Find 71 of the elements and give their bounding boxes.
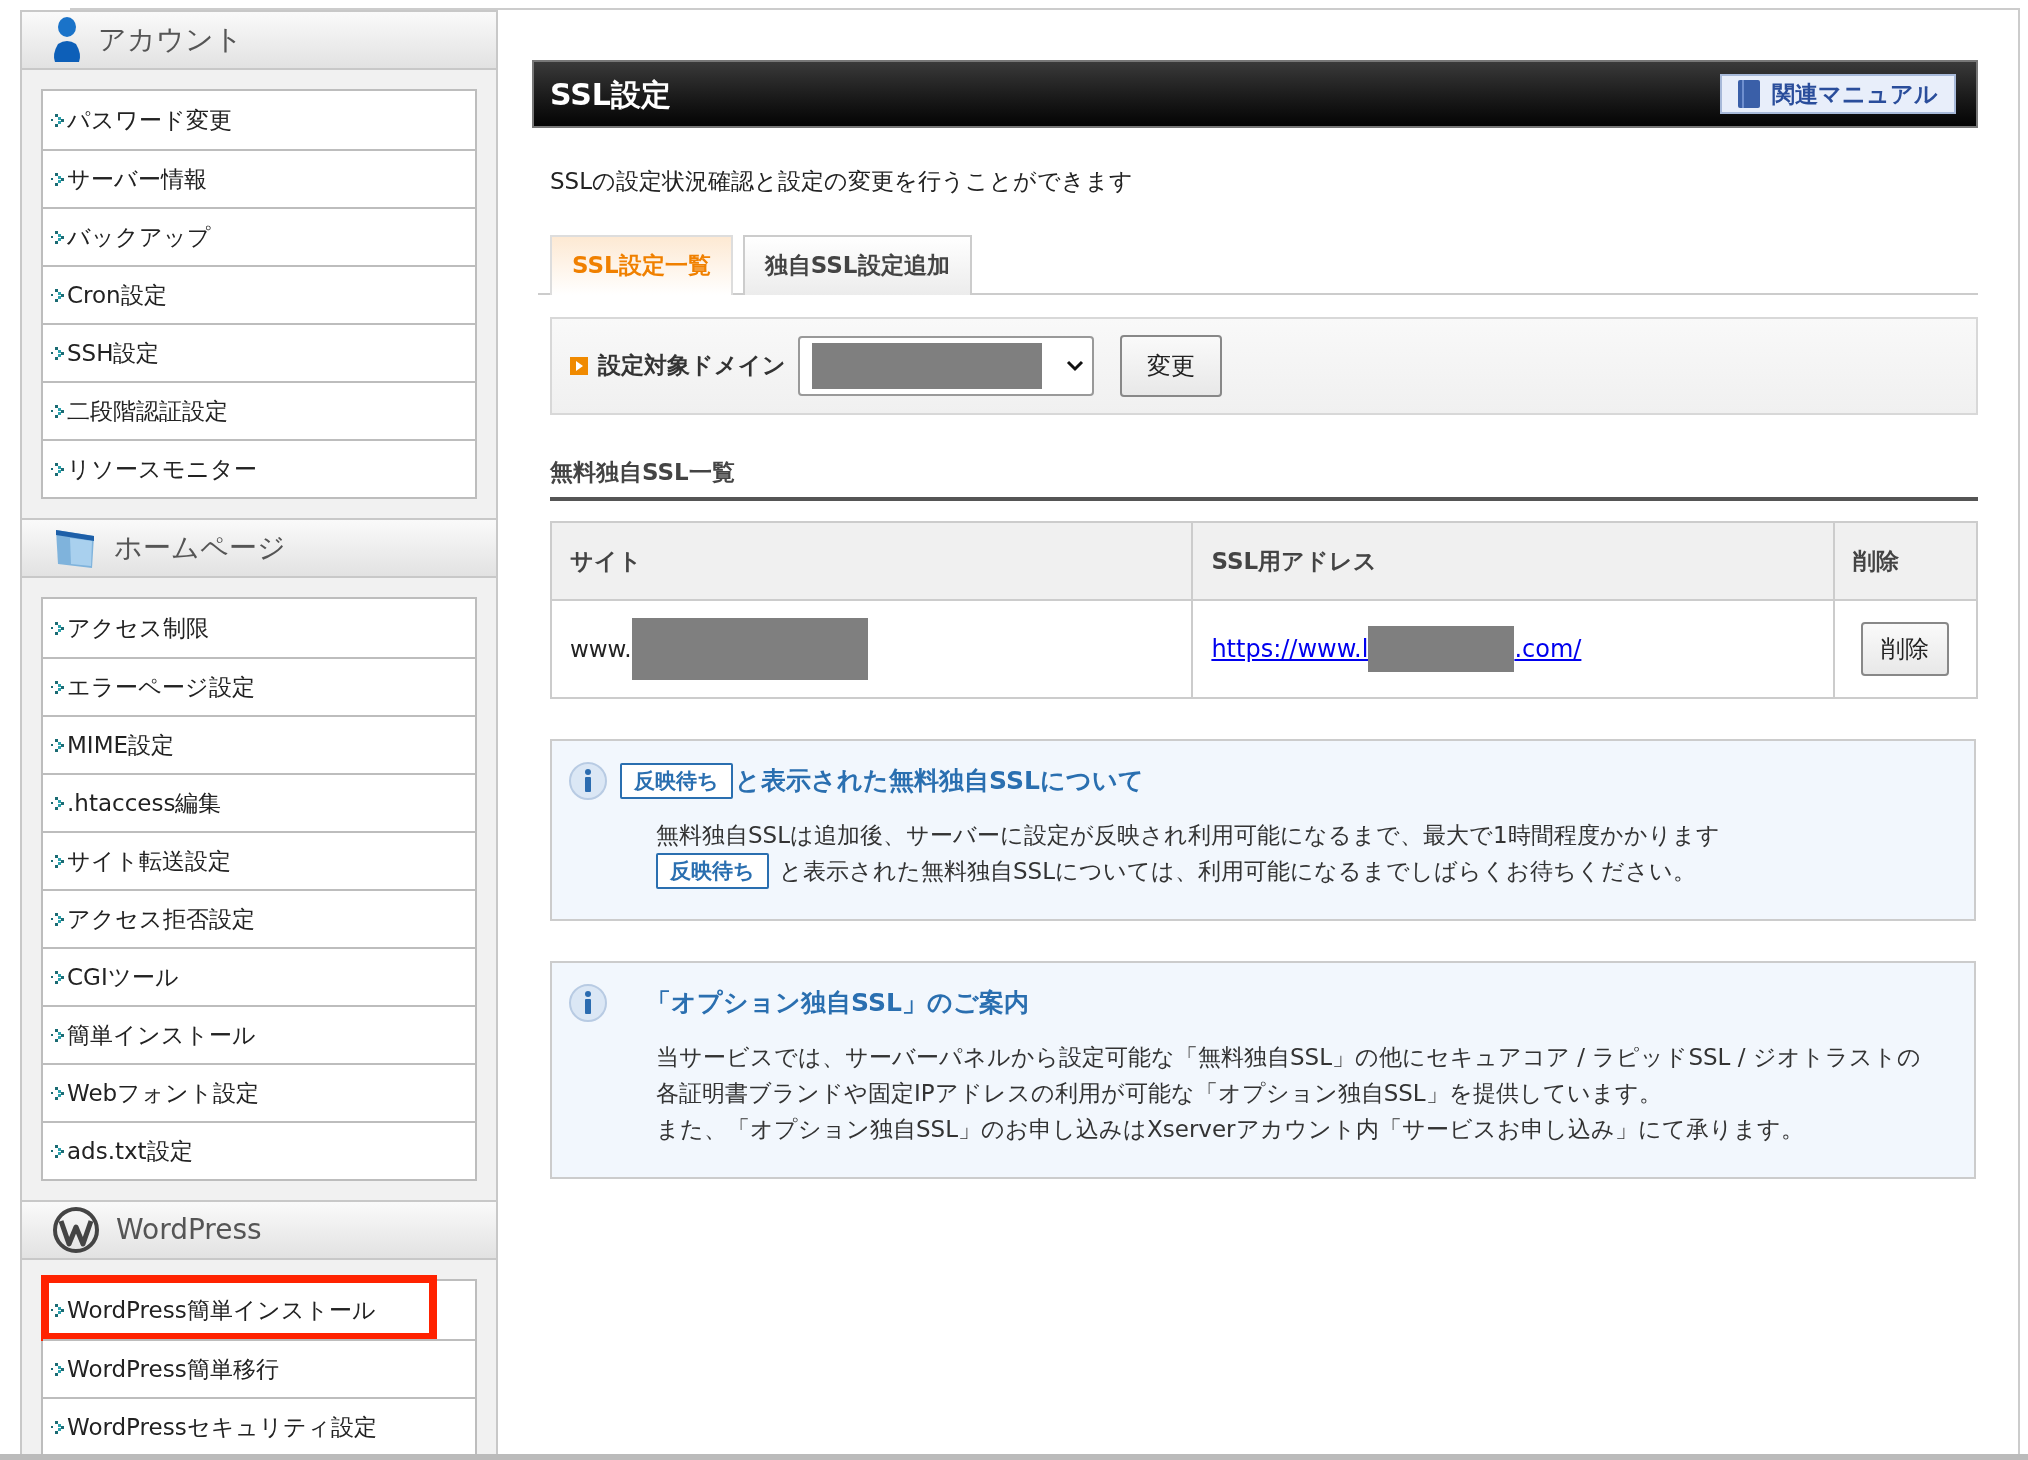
section-heading: 無料独自SSL一覧 xyxy=(550,454,1978,501)
sidebar-link[interactable]: アクセス拒否設定 xyxy=(43,901,255,937)
notice-title: 「オプション独自SSL」のご案内 xyxy=(646,987,1029,1020)
play-icon xyxy=(570,356,588,375)
sidebar-link[interactable]: アクセス制限 xyxy=(43,610,209,646)
sidebar-link[interactable]: WordPressセキュリティ設定 xyxy=(43,1409,377,1445)
section-title: WordPress xyxy=(116,1212,262,1248)
book-icon xyxy=(1738,80,1760,108)
wordpress-logo-icon xyxy=(52,1206,100,1254)
sidebar-link[interactable]: WordPress簡単移行 xyxy=(43,1351,279,1387)
sidebar-link[interactable]: バックアップ xyxy=(43,219,211,255)
sidebar-link[interactable]: リソースモニター xyxy=(43,451,257,487)
chevron-icon xyxy=(51,1418,65,1436)
sidebar-link[interactable]: 二段階認証設定 xyxy=(43,393,228,429)
tab[interactable]: 独自SSL設定追加 xyxy=(742,234,972,295)
chevron-icon xyxy=(51,460,65,478)
column-header: SSL用アドレス xyxy=(1192,522,1834,600)
chevron-icon xyxy=(51,1084,65,1102)
chevron-icon xyxy=(51,344,65,362)
sidebar-link[interactable]: パスワード変更 xyxy=(43,102,232,138)
chevron-icon xyxy=(51,1301,65,1319)
chevron-icon xyxy=(51,1026,65,1044)
notice-text: 当サービスでは、サーバーパネルから設定可能な「無料独自SSL」の他にセキュアコア / ラピッドSSL / ジオトラストの各証明書ブランドや固定IPアドレスの利用が可能な「オプション独自SSL」を提供しています。 xyxy=(656,1043,1922,1108)
status-badge: 反映待ち xyxy=(656,853,769,889)
chevron-icon xyxy=(51,852,65,870)
notice-title: と表示された無料独自SSLについて xyxy=(735,765,1144,798)
chevron-icon xyxy=(51,736,65,754)
chevron-icon xyxy=(51,1142,65,1160)
apply-button[interactable]: 変更 xyxy=(1120,334,1222,397)
sidebar-link[interactable]: SSH設定 xyxy=(43,335,160,371)
sidebar-link[interactable]: Webフォント設定 xyxy=(43,1075,260,1111)
chevron-icon xyxy=(51,968,65,986)
page-title: SSL設定 xyxy=(550,75,671,114)
chevron-icon xyxy=(51,619,65,637)
chevron-icon xyxy=(51,910,65,928)
column-header: サイト xyxy=(551,522,1193,600)
chevron-icon xyxy=(51,170,65,188)
info-icon xyxy=(568,983,608,1023)
chevron-icon xyxy=(51,228,65,246)
sidebar-link[interactable]: サイト転送設定 xyxy=(43,843,231,879)
sidebar-link[interactable]: 簡単インストール xyxy=(43,1017,256,1053)
sidebar-link[interactable]: .htaccess編集 xyxy=(43,785,222,821)
chevron-icon xyxy=(51,402,65,420)
chevron-down-icon xyxy=(1066,359,1084,372)
notice-text: また、「オプション独自SSL」のお申し込みはXserverアカウント内「サービスお申し込み」にて承ります。 xyxy=(656,1115,1804,1144)
person-icon xyxy=(52,16,82,64)
manual-button[interactable]: 関連マニュアル xyxy=(1720,74,1956,114)
chevron-icon xyxy=(51,111,65,129)
filter-label: 設定対象ドメイン xyxy=(598,351,786,381)
column-header: 削除 xyxy=(1833,522,1977,600)
status-badge: 反映待ち xyxy=(620,763,733,799)
domain-select[interactable] xyxy=(798,335,1094,396)
sidebar-link[interactable]: CGIツール xyxy=(43,959,179,995)
chevron-icon xyxy=(51,286,65,304)
chevron-icon xyxy=(51,1360,65,1378)
notice-text: 無料独自SSLは追加後、サーバーに設定が反映され利用可能になるまで、最大で1時間程度かかります xyxy=(656,821,1720,850)
sidebar-link[interactable]: エラーページ設定 xyxy=(43,669,255,705)
site-name: www. xyxy=(570,634,632,664)
sidebar-link[interactable]: Cron設定 xyxy=(43,277,167,313)
delete-button[interactable]: 削除 xyxy=(1861,622,1950,676)
chevron-icon xyxy=(51,678,65,696)
section-title: アカウント xyxy=(98,22,243,58)
info-icon xyxy=(568,761,608,801)
page-description: SSLの設定状況確認と設定の変更を行うことができます xyxy=(550,167,1134,196)
sidebar-link[interactable]: サーバー情報 xyxy=(43,161,207,197)
sidebar-link[interactable]: MIME設定 xyxy=(43,727,174,763)
sidebar-link[interactable]: ads.txt設定 xyxy=(43,1133,193,1169)
section-title: ホームページ xyxy=(114,530,286,566)
sidebar-link[interactable]: WordPress簡単インストール xyxy=(43,1292,376,1328)
chevron-icon xyxy=(51,794,65,812)
notice-text: と表示された無料独自SSLについては、利用可能になるまでしばらくお待ちください。 xyxy=(779,857,1696,886)
